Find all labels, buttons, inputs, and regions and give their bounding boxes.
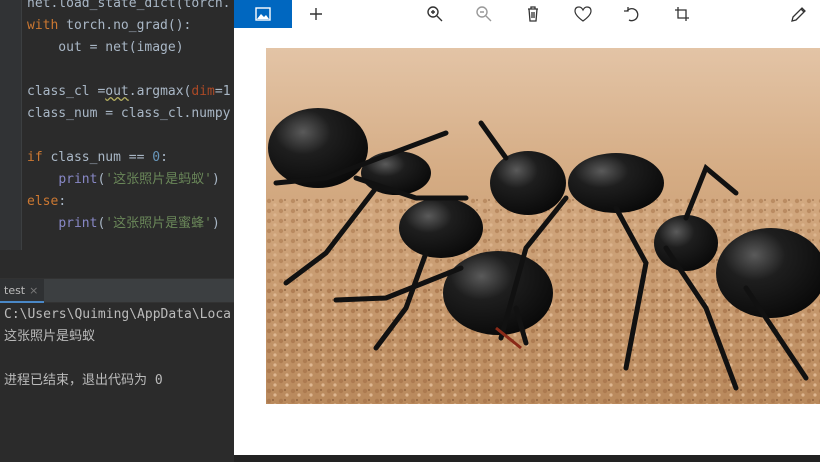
zoom-in-icon — [427, 6, 443, 22]
delete-icon — [528, 6, 538, 22]
code-token: out — [105, 84, 129, 99]
photo-icon — [255, 7, 271, 21]
code-token: class_num == — [50, 150, 153, 165]
code-line: class_num = class_cl.numpy — [27, 104, 231, 124]
code-token: : — [160, 150, 168, 165]
code-token: with — [27, 18, 67, 33]
code-editor[interactable]: net.load_state_dict(torch.with torch.no_… — [0, 0, 234, 250]
code-token: class_num = class_cl.numpy — [27, 106, 231, 121]
code-line: print('这张照片是蜜蜂') — [27, 214, 220, 234]
code-token: : — [58, 194, 67, 209]
run-tabbar: test × — [0, 279, 234, 303]
code-token: ) — [211, 216, 220, 231]
run-tab-label: test — [4, 283, 26, 297]
viewer-bottom-bar — [234, 455, 820, 462]
output-line: 进程已结束，退出代码为 0 — [4, 373, 163, 388]
code-token: '这张照片是蜜蜂' — [105, 216, 212, 231]
code-line: print('这张照片是蚂蚁') — [27, 170, 220, 190]
zoom-out-icon — [476, 6, 492, 22]
crop-button[interactable] — [664, 0, 700, 28]
photo-button[interactable] — [234, 0, 292, 28]
code-token: out = net(image) — [27, 40, 184, 55]
zoom-out-button[interactable] — [466, 0, 502, 28]
code-token: dim — [191, 84, 215, 99]
code-token: class_cl = — [27, 84, 106, 99]
code-token: if — [27, 150, 51, 165]
run-tab-test[interactable]: test × — [0, 279, 45, 303]
code-token: =1 — [214, 84, 231, 99]
code-token: .argmax( — [128, 84, 192, 99]
output-line: C:\Users\Quiming\AppData\Loca — [4, 307, 231, 322]
editor-gutter — [0, 0, 22, 250]
photo-viewer-window — [234, 0, 820, 462]
viewer-toolbar — [234, 0, 820, 30]
code-token: net.load_state_dict(torch. — [27, 0, 231, 11]
code-token: torch.no_grad(): — [66, 18, 192, 33]
code-token: 0 — [152, 150, 161, 165]
edit-button[interactable] — [781, 0, 817, 28]
ants-photo — [266, 48, 820, 404]
favorite-icon — [574, 6, 592, 22]
code-token: print — [58, 216, 98, 231]
code-line: class_cl =out.argmax(dim=1 — [27, 82, 231, 102]
delete-button[interactable] — [515, 0, 551, 28]
zoom-in-button[interactable] — [417, 0, 453, 28]
code-token: '这张照片是蚂蚁' — [105, 172, 212, 187]
add-button[interactable] — [298, 0, 334, 28]
code-line: else: — [27, 192, 66, 212]
photo-image[interactable] — [266, 48, 820, 404]
rotate-button[interactable] — [614, 0, 650, 28]
close-icon[interactable]: × — [29, 284, 38, 297]
run-panel: test × C:\Users\Quiming\AppData\Loca 这张照片… — [0, 278, 234, 462]
ide-window: net.load_state_dict(torch.with torch.no_… — [0, 0, 234, 462]
code-token: print — [58, 172, 98, 187]
code-token: ) — [211, 172, 220, 187]
code-line: out = net(image) — [27, 38, 184, 58]
rotate-icon — [624, 7, 639, 22]
favorite-button[interactable] — [565, 0, 601, 28]
add-icon — [310, 8, 322, 20]
crop-icon — [675, 7, 689, 21]
code-line: net.load_state_dict(torch. — [27, 0, 231, 14]
output-line: 这张照片是蚂蚁 — [4, 329, 96, 344]
code-line: with torch.no_grad(): — [27, 16, 191, 36]
edit-icon — [791, 7, 806, 22]
code-token: else — [27, 194, 59, 209]
code-line: if class_num == 0: — [27, 148, 168, 168]
panel-splitter[interactable] — [0, 250, 234, 278]
